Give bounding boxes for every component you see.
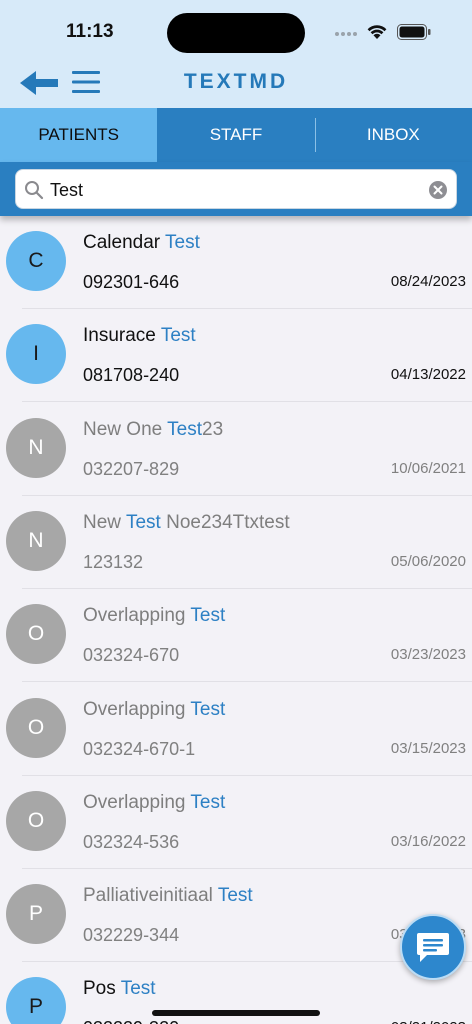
- patient-id: 032324-670-1: [83, 738, 196, 759]
- patient-avatar: O: [6, 604, 66, 665]
- patient-name: New One Test23: [83, 419, 223, 441]
- patient-date: 10/06/2021: [390, 459, 466, 477]
- patient-date: 03/23/2023: [390, 646, 466, 664]
- search-input[interactable]: [50, 176, 420, 204]
- clear-circle-icon[interactable]: [428, 180, 448, 200]
- patient-name: New Test Noe234Ttxtest: [83, 512, 290, 534]
- patient-avatar: P: [6, 977, 66, 1024]
- patient-name: Overlapping Test: [83, 699, 225, 721]
- patient-name-suffix: 23: [202, 418, 224, 440]
- patient-row[interactable]: I Insurace Test 081708-240 04/13/2022: [0, 309, 472, 403]
- patient-name: Insurace Test: [83, 325, 196, 347]
- patient-id: 092301-646: [83, 272, 180, 292]
- patient-name-match: Test: [125, 511, 161, 533]
- patient-name-match: Test: [217, 885, 253, 907]
- patient-name-prefix: Palliativeinitiaal: [83, 885, 218, 907]
- patient-name-prefix: New One: [83, 418, 168, 440]
- patient-name: Palliativeinitiaal Test: [83, 885, 253, 907]
- patient-avatar: N: [6, 510, 66, 571]
- search-bar: [0, 162, 472, 216]
- tab-patients[interactable]: PATIENTS: [0, 108, 158, 162]
- patient-id: 081708-240: [83, 365, 180, 386]
- patient-row[interactable]: O Overlapping Test 032324-670 03/23/2023: [0, 589, 472, 683]
- patient-name: Calendar Test: [83, 232, 200, 254]
- patient-name-prefix: Insurace: [83, 325, 161, 347]
- patient-id: 123132: [83, 551, 144, 572]
- patient-name: Overlapping Test: [83, 605, 225, 627]
- patient-row[interactable]: O Overlapping Test 032324-670-1 03/15/2023: [0, 683, 472, 776]
- patient-name-prefix: Calendar: [83, 232, 166, 253]
- patient-avatar: N: [6, 417, 66, 478]
- wifi-icon: [367, 25, 387, 39]
- patient-id: 032229-344: [83, 925, 180, 946]
- patient-date: 05/06/2020: [390, 552, 466, 570]
- cellular-signal-icon: [335, 30, 359, 38]
- patient-avatar: P: [6, 884, 66, 945]
- patient-name-match: Test: [190, 605, 226, 627]
- patient-name-prefix: Overlapping: [83, 605, 191, 627]
- tab-bar: PATIENTS STAFF INBOX: [0, 108, 472, 162]
- chat-bubble-icon: [417, 933, 449, 962]
- patient-name: Pos Test: [83, 978, 156, 1000]
- patient-list: C Calendar Test 092301-646 08/24/2023 I Insur…: [0, 216, 472, 1024]
- search-icon: [25, 181, 44, 200]
- chat-fab-button[interactable]: [400, 914, 466, 980]
- patient-avatar: O: [6, 790, 66, 851]
- patient-name-suffix: Noe234Ttxtest: [160, 511, 290, 533]
- patient-id: 032324-670: [83, 645, 180, 666]
- patient-row[interactable]: N New One Test23 032207-829 10/06/2021: [0, 403, 472, 496]
- patient-avatar: I: [6, 324, 66, 385]
- battery-icon: [397, 24, 431, 40]
- app-header: 11:13 TEXTMD: [0, 0, 472, 108]
- patient-date: 08/24/2023: [390, 273, 466, 290]
- patient-id: 032207-829: [83, 458, 180, 479]
- patient-name-match: Test: [167, 418, 202, 440]
- patient-date: 03/16/2022: [390, 832, 466, 850]
- patient-name-match: Test: [165, 232, 200, 253]
- patient-row[interactable]: N New Test Noe234Ttxtest 123132 05/06/2020: [0, 496, 472, 589]
- brand-logo-text: TEXTMD: [183, 70, 289, 93]
- patient-row[interactable]: C Calendar Test 092301-646 08/24/2023: [0, 216, 472, 309]
- patient-name-match: Test: [190, 698, 226, 720]
- status-time: 11:13: [66, 21, 114, 42]
- patient-name-prefix: New: [83, 511, 126, 533]
- patient-date: 03/21/2023: [391, 1019, 466, 1024]
- tab-inbox[interactable]: INBOX: [315, 108, 472, 162]
- patient-name: Overlapping Test: [83, 792, 225, 814]
- patient-avatar: C: [6, 231, 66, 291]
- patient-id: 032324-536: [83, 831, 180, 852]
- patient-name-match: Test: [160, 325, 196, 347]
- tab-staff[interactable]: STAFF: [157, 108, 314, 162]
- patient-name-match: Test: [190, 791, 226, 813]
- patient-id: 032229-320: [83, 1018, 179, 1024]
- tab-divider: [315, 118, 316, 152]
- patient-date: 04/13/2022: [390, 366, 466, 384]
- patient-date: 03/15/2023: [390, 739, 466, 757]
- patient-name-prefix: Overlapping: [83, 698, 191, 720]
- patient-row[interactable]: O Overlapping Test 032324-536 03/16/2022: [0, 776, 472, 869]
- search-box[interactable]: [15, 169, 457, 209]
- patient-name-prefix: Pos: [83, 978, 121, 1000]
- patient-avatar: O: [6, 697, 66, 758]
- patient-name-match: Test: [120, 978, 156, 1000]
- patient-name-prefix: Overlapping: [83, 791, 191, 813]
- dynamic-island: [167, 13, 305, 53]
- home-indicator: [152, 1010, 320, 1016]
